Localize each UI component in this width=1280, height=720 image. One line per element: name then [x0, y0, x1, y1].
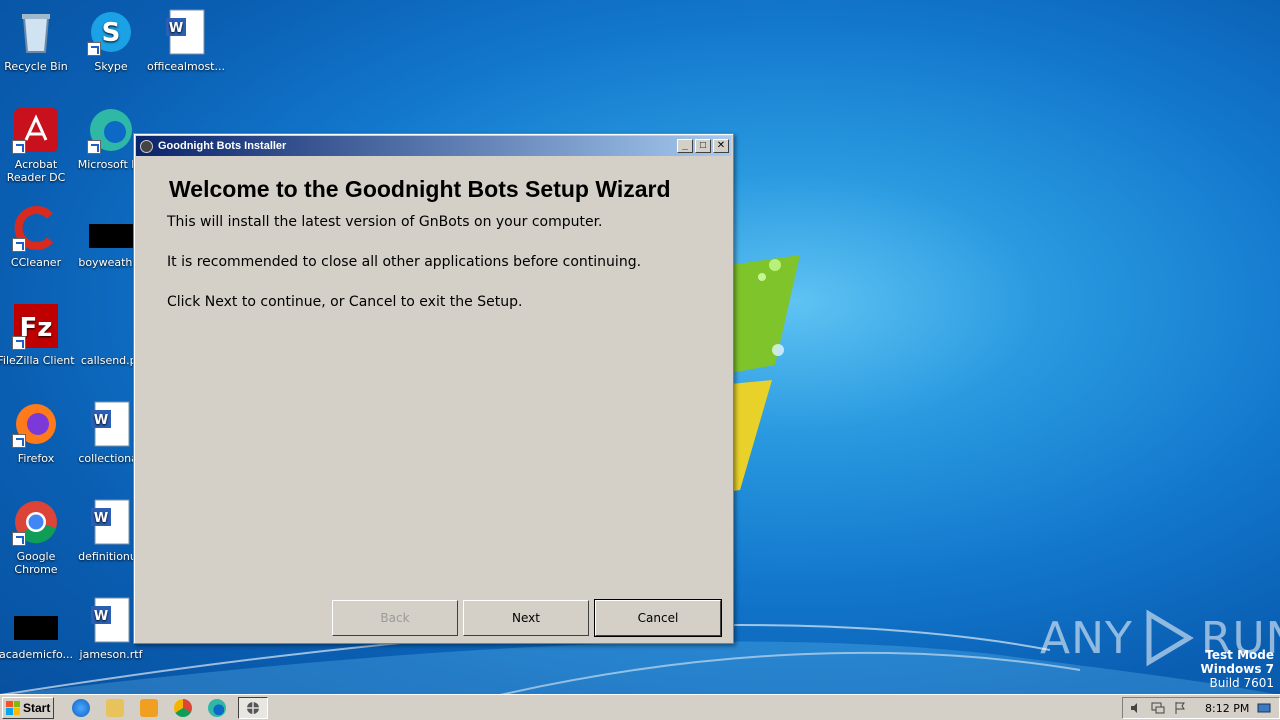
firefox-icon: [12, 400, 60, 448]
desktop-icon-label: CCleaner: [10, 256, 62, 269]
network-icon[interactable]: [1151, 701, 1165, 715]
app-icon: [140, 139, 153, 153]
desktop-icon-label: Firefox: [17, 452, 55, 465]
action-center-flag-icon[interactable]: [1173, 701, 1187, 715]
start-label: Start: [23, 700, 51, 715]
windows-flag-icon: [6, 700, 20, 715]
desktop-icon-label: jameson.rtf: [79, 648, 143, 661]
desktop-icon-google-chrome[interactable]: Google Chrome: [0, 498, 76, 576]
taskbar: Start 8:12 PM: [0, 694, 1280, 720]
volume-icon[interactable]: [1129, 701, 1143, 715]
wizard-heading: Welcome to the Goodnight Bots Setup Wiza…: [169, 176, 671, 202]
edge-taskbar-icon[interactable]: [208, 698, 226, 717]
desktop-icon-label: academicfo...: [0, 648, 73, 661]
maximize-button[interactable]: □: [695, 139, 711, 153]
skype-icon: S: [87, 8, 135, 56]
close-button[interactable]: ✕: [713, 139, 729, 153]
desktop-icon-filezilla[interactable]: Fz FileZilla Client: [0, 302, 76, 367]
desktop-icon-recycle-bin[interactable]: Recycle Bin: [0, 8, 76, 73]
desktop-icon-acrobat[interactable]: Acrobat Reader DC: [0, 106, 76, 184]
blank-file-icon: [87, 302, 135, 350]
black-file-icon: [87, 204, 135, 252]
desktop-icon-label: Acrobat Reader DC: [6, 158, 66, 184]
wizard-paragraph-2: It is recommended to close all other app…: [167, 254, 642, 270]
desktop-icon-officealmost[interactable]: W officealmost...: [146, 8, 226, 73]
window-titlebar[interactable]: Goodnight Bots Installer _ □ ✕: [136, 136, 731, 156]
system-tray: 8:12 PM: [1122, 697, 1280, 719]
desktop-icon-skype[interactable]: S Skype: [71, 8, 151, 73]
edge-icon: [87, 106, 135, 154]
test-mode-text: Test Mode Windows 7 Build 7601: [1201, 648, 1274, 690]
show-desktop-icon[interactable]: [1257, 701, 1271, 715]
desktop-icon-label: Skype: [94, 60, 128, 73]
test-mode-line2: Windows 7: [1200, 662, 1274, 676]
desktop-icon-academicfo[interactable]: academicfo...: [0, 596, 76, 661]
svg-text:W: W: [94, 609, 108, 624]
minimize-button[interactable]: _: [677, 139, 693, 153]
play-icon: [1146, 609, 1194, 667]
desktop-icon-label: Recycle Bin: [4, 60, 68, 73]
black-file-icon: [12, 596, 60, 644]
recycle-bin-icon: [12, 8, 60, 56]
desktop-icon-label: officealmost...: [147, 60, 225, 73]
internet-explorer-icon[interactable]: [72, 698, 90, 717]
desktop-icon-ccleaner[interactable]: CCleaner: [0, 204, 76, 269]
window-title: Goodnight Bots Installer: [158, 140, 287, 152]
filezilla-icon: Fz: [12, 302, 60, 350]
next-button[interactable]: Next: [463, 600, 589, 636]
start-button[interactable]: Start: [2, 696, 54, 719]
word-document-icon: W: [87, 498, 135, 546]
test-mode-line3: Build 7601: [1209, 676, 1274, 690]
desktop-icon-label: FileZilla Client: [0, 354, 75, 367]
svg-text:W: W: [94, 413, 108, 428]
acrobat-icon: [12, 106, 60, 154]
desktop-icon-label: Google Chrome: [14, 550, 58, 576]
chrome-icon: [12, 498, 60, 546]
installer-app-icon: [247, 701, 259, 714]
back-button[interactable]: Back: [332, 600, 458, 636]
word-document-icon: W: [87, 400, 135, 448]
wizard-paragraph-3: Click Next to continue, or Cancel to exi…: [167, 294, 523, 310]
clock[interactable]: 8:12 PM: [1205, 702, 1249, 715]
media-player-icon[interactable]: [140, 698, 158, 717]
chrome-taskbar-icon[interactable]: [174, 698, 192, 717]
file-explorer-icon[interactable]: [106, 698, 124, 717]
svg-text:W: W: [169, 21, 183, 36]
word-document-icon: W: [87, 596, 135, 644]
test-mode-line1: Test Mode: [1205, 648, 1274, 662]
cancel-button[interactable]: Cancel: [594, 599, 722, 637]
svg-text:S: S: [102, 18, 121, 48]
installer-window: Goodnight Bots Installer _ □ ✕ Welcome t…: [133, 133, 734, 644]
wizard-paragraph-1: This will install the latest version of …: [167, 214, 603, 230]
taskbar-installer-button[interactable]: [238, 696, 268, 719]
ccleaner-icon: [12, 204, 60, 252]
desktop-icon-firefox[interactable]: Firefox: [0, 400, 76, 465]
svg-text:W: W: [94, 511, 108, 526]
word-document-icon: W: [162, 8, 210, 56]
